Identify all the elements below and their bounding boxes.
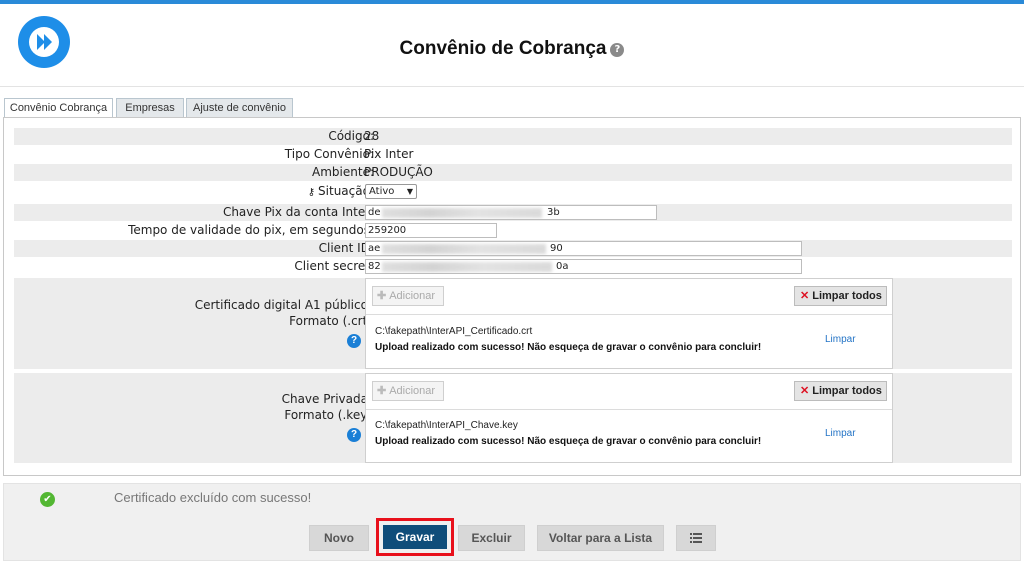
- page-title-text: Convênio de Cobrança: [399, 38, 607, 59]
- key-label-line1: Chave Privada:: [281, 392, 372, 406]
- list-view-button[interactable]: [676, 525, 716, 551]
- chave-pix-suffix: 3b: [547, 207, 560, 218]
- key-add-label: Adicionar: [389, 385, 436, 397]
- close-icon: ✕: [800, 385, 810, 397]
- header-divider: [0, 86, 1024, 87]
- cert-upload-message: Upload realizado com sucesso! Não esqueç…: [375, 342, 762, 353]
- situacao-select[interactable]: Ativo ▼: [365, 184, 417, 199]
- help-icon[interactable]: ?: [610, 43, 625, 57]
- key-file-path: C:\fakepath\InterAPI_Chave.key: [375, 420, 518, 431]
- chevron-down-icon: ▼: [406, 187, 413, 196]
- excluir-button[interactable]: Excluir: [458, 525, 525, 551]
- check-icon: ✔: [40, 492, 55, 507]
- client-id-suffix: 90: [550, 243, 563, 254]
- ambiente-value: PRODUÇÃO: [364, 165, 433, 179]
- row-tempo: Tempo de validade do pix, em segundos: 2…: [14, 222, 1012, 239]
- situacao-selected: Ativo: [369, 186, 395, 197]
- cert-label-line1: Certificado digital A1 público:: [194, 298, 372, 312]
- codigo-value: 28: [364, 129, 380, 143]
- key-upload-message: Upload realizado com sucesso! Não esqueç…: [375, 436, 762, 447]
- cert-help-icon[interactable]: ?: [347, 334, 361, 348]
- key-upload-toolbar: ✚ Adicionar ✕ Limpar todos: [366, 374, 892, 410]
- cert-add-label: Adicionar: [389, 290, 436, 302]
- gravar-button[interactable]: Gravar: [383, 525, 447, 549]
- tab-empresas[interactable]: Empresas: [116, 98, 184, 117]
- tempo-label: Tempo de validade do pix, em segundos:: [128, 223, 374, 237]
- top-accent-bar: [0, 0, 1024, 4]
- key-clear-all-label: Limpar todos: [812, 385, 882, 397]
- key-upload-box: ✚ Adicionar ✕ Limpar todos C:\fakepath\Int…: [365, 373, 893, 463]
- key-clear-all-button[interactable]: ✕ Limpar todos: [794, 381, 887, 401]
- client-secret-prefix: 82: [368, 261, 381, 272]
- tipo-label: Tipo Convênio:: [284, 147, 374, 161]
- tipo-value: Pix Inter: [364, 147, 414, 161]
- plus-icon: ✚: [377, 385, 387, 397]
- row-client-id: Client ID: ae 90: [14, 240, 1012, 257]
- redacted-blur: [382, 208, 542, 218]
- key-icon: ⚷: [307, 187, 316, 198]
- cert-clear-all-label: Limpar todos: [812, 290, 882, 302]
- chave-pix-prefix: de: [368, 207, 381, 218]
- plus-icon: ✚: [377, 290, 387, 302]
- key-add-button[interactable]: ✚ Adicionar: [372, 381, 444, 401]
- form-panel: Código: 28 Tipo Convênio: Pix Inter Ambi…: [3, 117, 1021, 476]
- cert-file-path: C:\fakepath\InterAPI_Certificado.crt: [375, 326, 533, 337]
- chave-pix-label: Chave Pix da conta Inter:: [222, 205, 374, 219]
- client-secret-suffix: 0a: [556, 261, 569, 272]
- cert-add-button[interactable]: ✚ Adicionar: [372, 286, 444, 306]
- list-icon: [690, 533, 702, 543]
- cert-label-line2: Formato (.crt): [289, 314, 372, 328]
- novo-button[interactable]: Novo: [309, 525, 369, 551]
- chave-pix-input[interactable]: de 3b: [365, 205, 657, 220]
- page-title: Convênio de Cobrança?: [0, 38, 1024, 60]
- redacted-blur: [382, 262, 552, 272]
- client-id-input[interactable]: ae 90: [365, 241, 802, 256]
- tab-convenio-cobranca[interactable]: Convênio Cobrança: [4, 98, 113, 118]
- tab-ajuste-convenio[interactable]: Ajuste de convênio: [186, 98, 293, 117]
- cert-clear-link[interactable]: Limpar: [825, 334, 856, 345]
- client-secret-input[interactable]: 82 0a: [365, 259, 802, 274]
- row-chave-privada: Chave Privada: Formato (.key) ? ✚ Adicion…: [14, 373, 1012, 463]
- key-label-line2: Formato (.key): [284, 408, 372, 422]
- key-clear-link[interactable]: Limpar: [825, 428, 856, 439]
- row-situacao: ⚷ Situação: Ativo ▼: [14, 183, 1012, 200]
- close-icon: ✕: [800, 290, 810, 302]
- row-chave-pix: Chave Pix da conta Inter: de 3b: [14, 204, 1012, 221]
- cert-upload-box: ✚ Adicionar ✕ Limpar todos C:\fakepath\Int…: [365, 278, 893, 369]
- tempo-input[interactable]: 259200: [365, 223, 497, 238]
- voltar-lista-button[interactable]: Voltar para a Lista: [537, 525, 664, 551]
- row-ambiente: Ambiente: PRODUÇÃO: [14, 164, 1012, 181]
- redacted-blur: [382, 244, 546, 254]
- gravar-highlight: Gravar: [376, 518, 454, 556]
- client-id-prefix: ae: [368, 243, 381, 254]
- row-codigo: Código: 28: [14, 128, 1012, 145]
- status-message: Certificado excluído com sucesso!: [114, 490, 312, 505]
- client-secret-label: Client secret:: [294, 259, 374, 273]
- row-tipo: Tipo Convênio: Pix Inter: [14, 146, 1012, 163]
- cert-clear-all-button[interactable]: ✕ Limpar todos: [794, 286, 887, 306]
- row-certificado: Certificado digital A1 público: Formato …: [14, 278, 1012, 369]
- cert-upload-toolbar: ✚ Adicionar ✕ Limpar todos: [366, 279, 892, 315]
- row-client-secret: Client secret: 82 0a: [14, 258, 1012, 275]
- status-bar: ✔ Certificado excluído com sucesso! Novo…: [3, 483, 1021, 561]
- key-help-icon[interactable]: ?: [347, 428, 361, 442]
